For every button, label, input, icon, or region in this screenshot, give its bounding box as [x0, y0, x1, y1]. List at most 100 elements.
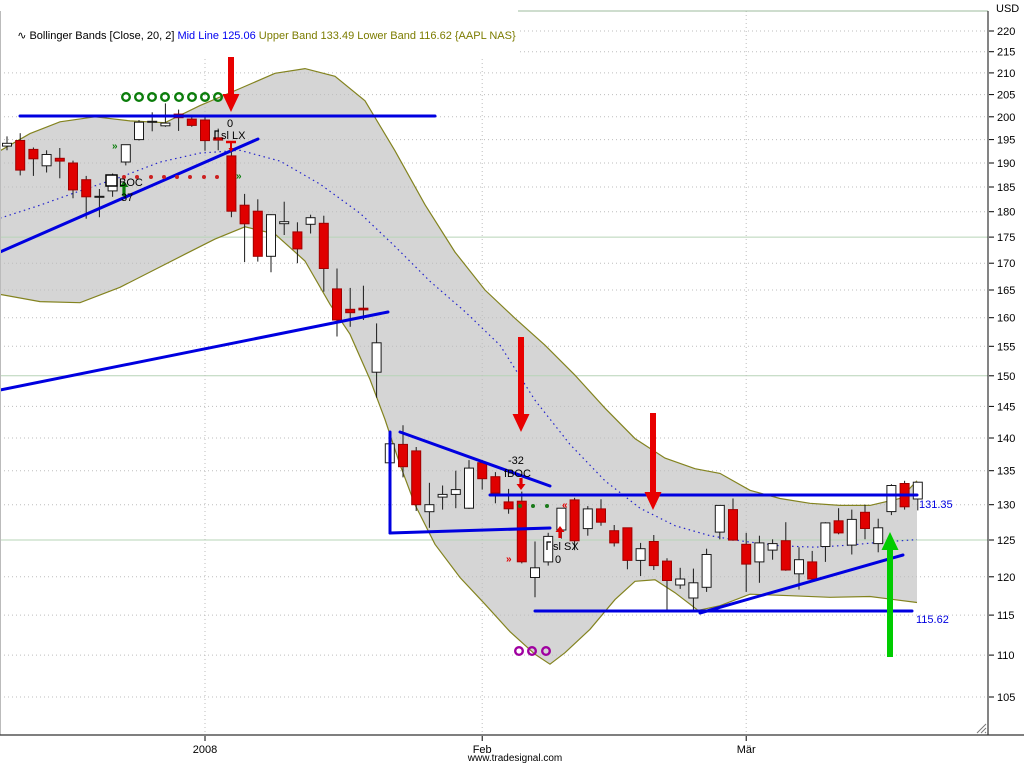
candle-06.02	[516, 500, 527, 563]
watermark: www.tradesignal.com	[467, 753, 563, 764]
svg-text:125: 125	[997, 535, 1015, 547]
candle-30.01	[450, 489, 461, 495]
svg-text:145: 145	[997, 401, 1015, 413]
indicator-header: ∿ Bollinger Bands [Close, 20, 2] Mid Line…	[2, 16, 519, 57]
svg-text:»: »	[112, 141, 118, 152]
candle-03.03	[741, 543, 752, 565]
candle-14.03	[860, 511, 870, 529]
price-level-label: 115.62	[916, 614, 949, 626]
order-box-icon	[105, 174, 118, 187]
candle-22.02	[662, 560, 672, 581]
svg-text:120: 120	[997, 572, 1015, 584]
svg-text:160: 160	[997, 313, 1015, 325]
candle-12.02	[569, 499, 580, 542]
candle-08.01	[252, 210, 263, 257]
svg-text:sl SX: sl SX	[553, 541, 579, 553]
svg-text:215: 215	[997, 47, 1015, 59]
band-values: Upper Band 133.49 Lower Band 116.62 {AAP…	[255, 30, 516, 42]
svg-text:155: 155	[997, 341, 1015, 353]
candle-14.01	[305, 217, 316, 225]
candle-29.02	[728, 509, 738, 541]
candle-14.02	[596, 508, 606, 523]
candle-04.02	[490, 476, 501, 494]
price-chart-canvas[interactable]: 131.35115.62»»«»0sl LXBOC37-32fBOCsl SX0…	[0, 0, 1024, 768]
svg-text:175: 175	[997, 232, 1015, 244]
candle-05.03	[767, 543, 778, 551]
candle-17.01	[345, 308, 356, 314]
svg-text:0: 0	[555, 554, 561, 566]
svg-text:150: 150	[997, 371, 1015, 383]
candle-20.02	[635, 548, 646, 561]
candle-25.02	[675, 578, 686, 586]
candle-02.01	[200, 119, 210, 142]
candle-24.12	[134, 121, 144, 141]
svg-text:185: 185	[997, 182, 1015, 194]
svg-text:37: 37	[121, 192, 133, 204]
candle-19.12	[94, 195, 105, 198]
candle-01.02	[477, 462, 488, 480]
candle-09.01	[266, 214, 276, 257]
svg-text:205: 205	[997, 90, 1015, 102]
candle-05.02	[503, 501, 514, 510]
candle-14.12	[54, 157, 65, 162]
svg-text:135: 135	[997, 466, 1015, 478]
candle-22.01	[371, 342, 382, 373]
candle-19.02	[622, 527, 633, 561]
candle-07.03	[794, 559, 804, 575]
candle-27.02	[701, 554, 712, 588]
candle-21.12	[120, 144, 131, 163]
svg-text:»: »	[506, 554, 512, 565]
currency-label: USD	[996, 3, 1020, 15]
price-level-label: 131.35	[919, 499, 953, 511]
candle-21.02	[648, 541, 659, 567]
candle-31.12	[186, 118, 197, 126]
candle-11.12	[15, 140, 26, 171]
svg-text:Mär: Mär	[737, 744, 756, 756]
candle-10.12	[2, 142, 12, 147]
svg-text:195: 195	[997, 135, 1015, 147]
candle-26.12	[147, 120, 158, 123]
svg-text:200: 200	[997, 112, 1015, 124]
indicator-wave-icon: ∿	[17, 30, 27, 42]
candle-10.03	[807, 561, 818, 580]
candle-16.01	[332, 288, 342, 321]
candle-08.02	[543, 535, 554, 563]
candle-13.02	[582, 508, 593, 530]
candle-27.12	[160, 122, 171, 127]
svg-text:165: 165	[997, 285, 1015, 297]
midline-value: Mid Line 125.06	[177, 30, 256, 42]
svg-text:130: 130	[997, 500, 1015, 512]
candle-28.02	[714, 504, 725, 533]
svg-text:BOC: BOC	[119, 177, 143, 189]
candle-12.03	[833, 520, 844, 534]
svg-text:0: 0	[227, 118, 233, 130]
svg-text:«: «	[562, 500, 568, 511]
candle-11.02	[556, 507, 567, 531]
candle-12.12	[28, 148, 39, 160]
candle-13.03	[846, 518, 857, 546]
svg-text:180: 180	[997, 207, 1015, 219]
svg-text:190: 190	[997, 158, 1015, 170]
chart-window: 131.35 115.62»» «» 0 sl LX BOC 37 -32 fBOC sl SX 0…	[0, 0, 1024, 768]
candle-24.01	[398, 443, 408, 468]
candle-26.02	[688, 582, 699, 599]
candle-17.03	[873, 527, 884, 545]
candle-15.02	[609, 530, 620, 544]
indicator-name: Bollinger Bands [Close, 20, 2]	[29, 30, 178, 42]
candle-13.12	[41, 154, 52, 167]
candle-17.12	[68, 162, 78, 191]
candle-04.03	[754, 542, 765, 563]
svg-text:sl LX: sl LX	[221, 130, 246, 142]
svg-text:140: 140	[997, 433, 1015, 445]
candle-11.03	[820, 522, 831, 548]
svg-text:110: 110	[997, 650, 1015, 662]
svg-text:-32: -32	[508, 455, 524, 467]
candle-29.01	[437, 493, 448, 498]
candle-18.12	[81, 179, 92, 198]
svg-text:210: 210	[997, 68, 1015, 80]
candle-18.01	[358, 307, 369, 311]
svg-text:115: 115	[997, 610, 1015, 622]
candle-07.01	[239, 204, 250, 225]
svg-text:2008: 2008	[193, 744, 217, 756]
candle-06.03	[780, 540, 791, 571]
